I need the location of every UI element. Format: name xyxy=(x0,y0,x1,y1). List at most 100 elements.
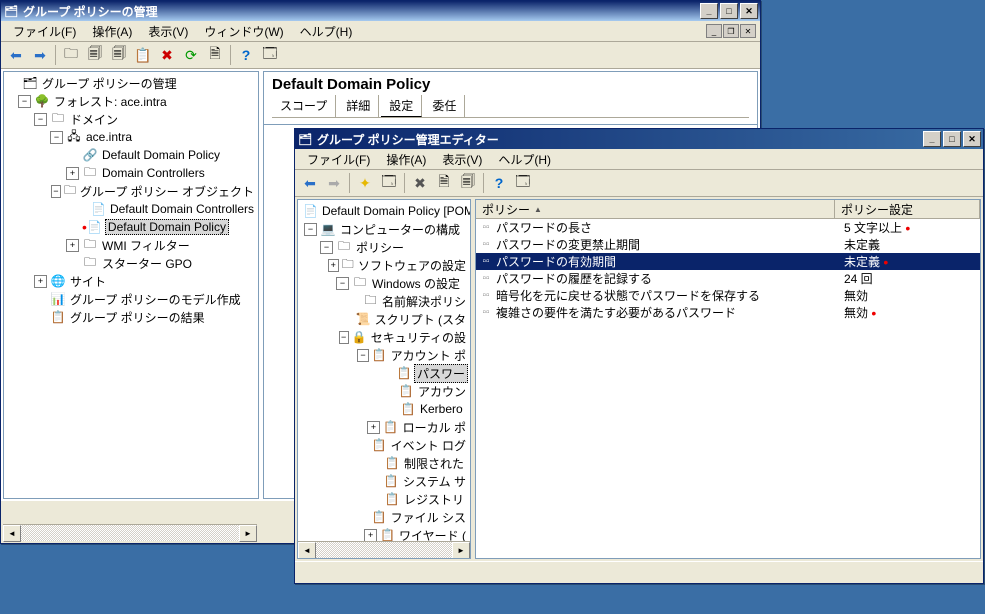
etree-acctsub[interactable]: 📋アカウン xyxy=(300,382,468,400)
gpeditor-tree-pane[interactable]: 📄Default Domain Policy [POMD −💻コンピューターの構… xyxy=(297,199,471,559)
etree-filesys[interactable]: 📋ファイル シス xyxy=(300,508,468,526)
mdi-close-button[interactable]: ✕ xyxy=(740,24,756,38)
tree-dc[interactable]: +🗀Domain Controllers xyxy=(6,164,256,182)
menu-action[interactable]: 操作(A) xyxy=(378,149,434,170)
tree-ddcp[interactable]: 📄Default Domain Controllers xyxy=(6,200,256,218)
etree-security[interactable]: −🔒セキュリティの設 xyxy=(300,328,468,346)
forward-button[interactable]: ➡ xyxy=(323,172,345,194)
refresh-button[interactable]: ⟳ xyxy=(180,44,202,66)
etree-systemsvc[interactable]: 📋システム サ xyxy=(300,472,468,490)
etree-scrollbar[interactable]: ◄ ► xyxy=(298,541,470,558)
show-hide-button[interactable]: 🗔 xyxy=(378,172,400,194)
mdi-minimize-button[interactable]: _ xyxy=(706,24,722,38)
tree-results[interactable]: 📋グループ ポリシーの結果 xyxy=(6,308,256,326)
delete-button[interactable]: ✖ xyxy=(156,44,178,66)
maximize-button[interactable]: □ xyxy=(720,3,738,19)
back-button[interactable]: ⬅ xyxy=(5,44,27,66)
menu-view[interactable]: 表示(V) xyxy=(140,21,196,42)
tree-ddp-gpo[interactable]: •📄Default Domain Policy xyxy=(6,218,256,236)
etree-localpol[interactable]: +📋ローカル ポ xyxy=(300,418,468,436)
etree-software[interactable]: +🗀ソフトウェアの設定 xyxy=(300,256,468,274)
copy-button[interactable]: 🗐 xyxy=(108,44,130,66)
etree-root[interactable]: 📄Default Domain Policy [POMD xyxy=(300,202,468,220)
properties-button[interactable]: 🗎 xyxy=(433,172,455,194)
properties-button[interactable]: 🗐 xyxy=(84,44,106,66)
tree-ddp-link[interactable]: 🔗Default Domain Policy xyxy=(6,146,256,164)
etree-restricted[interactable]: 📋制限された xyxy=(300,454,468,472)
etree-computer[interactable]: −💻コンピューターの構成 xyxy=(300,220,468,238)
menu-help[interactable]: ヘルプ(H) xyxy=(292,21,361,42)
etree-registry[interactable]: 📋レジストリ xyxy=(300,490,468,508)
policy-row[interactable]: ▫▫複雑さの要件を満たす必要があるパスワード無効 • xyxy=(476,304,980,321)
etree-windows[interactable]: −🗀Windows の設定 xyxy=(300,274,468,292)
minimize-button[interactable]: _ xyxy=(700,3,718,19)
etree-scripts[interactable]: 📜スクリプト (スタ xyxy=(300,310,468,328)
expand-icon[interactable]: + xyxy=(66,167,79,180)
options-button[interactable]: 🗔 xyxy=(259,44,281,66)
help-button[interactable]: ? xyxy=(488,172,510,194)
etree-policies[interactable]: −🗀ポリシー xyxy=(300,238,468,256)
maximize-button[interactable]: □ xyxy=(943,131,961,147)
tab-details[interactable]: 詳細 xyxy=(338,95,379,117)
gpmc-titlebar[interactable]: 🗂 グループ ポリシーの管理 _ □ ✕ xyxy=(1,1,760,21)
tree-starter[interactable]: 🗀スターター GPO xyxy=(6,254,256,272)
expand-icon[interactable]: + xyxy=(328,259,339,272)
mdi-restore-button[interactable]: ❐ xyxy=(723,24,739,38)
filter-button[interactable]: 🗔 xyxy=(512,172,534,194)
scroll-left-button[interactable]: ◄ xyxy=(298,542,316,559)
forward-button[interactable]: ➡ xyxy=(29,44,51,66)
gpeditor-titlebar[interactable]: 🗂 グループ ポリシー管理エディター _ □ ✕ xyxy=(295,129,983,149)
column-setting[interactable]: ポリシー設定 xyxy=(835,200,980,218)
column-policy[interactable]: ポリシー▲ xyxy=(476,200,835,218)
tree-sites[interactable]: +🌐サイト xyxy=(6,272,256,290)
collapse-icon[interactable]: − xyxy=(50,131,63,144)
collapse-icon[interactable]: − xyxy=(304,223,317,236)
collapse-icon[interactable]: − xyxy=(18,95,31,108)
tab-settings[interactable]: 設定 xyxy=(381,95,422,117)
tree-domains[interactable]: −🗀ドメイン xyxy=(6,110,256,128)
expand-icon[interactable]: + xyxy=(34,275,47,288)
tree-domain[interactable]: −🖧ace.intra xyxy=(6,128,256,146)
back-button[interactable]: ⬅ xyxy=(299,172,321,194)
delete-button[interactable]: ✖ xyxy=(409,172,431,194)
collapse-icon[interactable]: − xyxy=(51,185,61,198)
scroll-right-button[interactable]: ► xyxy=(452,542,470,559)
etree-kerberos[interactable]: 📋Kerbero xyxy=(300,400,468,418)
tree-root[interactable]: 🗂グループ ポリシーの管理 xyxy=(6,74,256,92)
collapse-icon[interactable]: − xyxy=(336,277,349,290)
policy-row[interactable]: ▫▫パスワードの履歴を記録する24 回 xyxy=(476,270,980,287)
close-button[interactable]: ✕ xyxy=(740,3,758,19)
collapse-icon[interactable]: − xyxy=(34,113,47,126)
policy-list-pane[interactable]: ポリシー▲ ポリシー設定 ▫▫パスワードの長さ5 文字以上 •▫▫パスワードの変… xyxy=(475,199,981,559)
expand-icon[interactable]: + xyxy=(367,421,380,434)
tab-scope[interactable]: スコープ xyxy=(272,95,336,117)
export-button[interactable]: 🗐 xyxy=(457,172,479,194)
scrollbar-track[interactable] xyxy=(316,542,452,558)
collapse-icon[interactable]: − xyxy=(357,349,368,362)
scroll-left-button[interactable]: ◄ xyxy=(3,525,21,542)
expand-icon[interactable]: + xyxy=(364,529,376,542)
tree-modeling[interactable]: 📊グループ ポリシーのモデル作成 xyxy=(6,290,256,308)
scroll-right-button[interactable]: ► xyxy=(239,525,257,542)
up-button[interactable]: 🗀 xyxy=(60,44,82,66)
menu-window[interactable]: ウィンドウ(W) xyxy=(196,21,291,42)
etree-account[interactable]: −📋アカウント ポ xyxy=(300,346,468,364)
scrollbar-track[interactable] xyxy=(21,525,239,541)
tree-scrollbar[interactable]: ◄ ► xyxy=(3,524,257,541)
policy-row[interactable]: ▫▫パスワードの変更禁止期間未定義 xyxy=(476,236,980,253)
menu-file[interactable]: ファイル(F) xyxy=(299,149,378,170)
gpmc-tree-pane[interactable]: 🗂グループ ポリシーの管理 −🌳フォレスト: ace.intra −🗀ドメイン … xyxy=(3,71,259,499)
etree-password[interactable]: 📋パスワー xyxy=(300,364,468,382)
tree-wmi[interactable]: +🗀WMI フィルター xyxy=(6,236,256,254)
policy-row[interactable]: ▫▫パスワードの長さ5 文字以上 • xyxy=(476,219,980,236)
menu-file[interactable]: ファイル(F) xyxy=(5,21,84,42)
menu-help[interactable]: ヘルプ(H) xyxy=(490,149,559,170)
tab-delegation[interactable]: 委任 xyxy=(424,95,465,117)
policy-row[interactable]: ▫▫パスワードの有効期間未定義 • xyxy=(476,253,980,270)
collapse-icon[interactable]: − xyxy=(339,331,349,344)
up-button[interactable]: ✦ xyxy=(354,172,376,194)
export-button[interactable]: 🗎 xyxy=(204,44,226,66)
menu-view[interactable]: 表示(V) xyxy=(434,149,490,170)
tree-gpo-container[interactable]: −🗀グループ ポリシー オブジェクト xyxy=(6,182,256,200)
help-button[interactable]: ? xyxy=(235,44,257,66)
